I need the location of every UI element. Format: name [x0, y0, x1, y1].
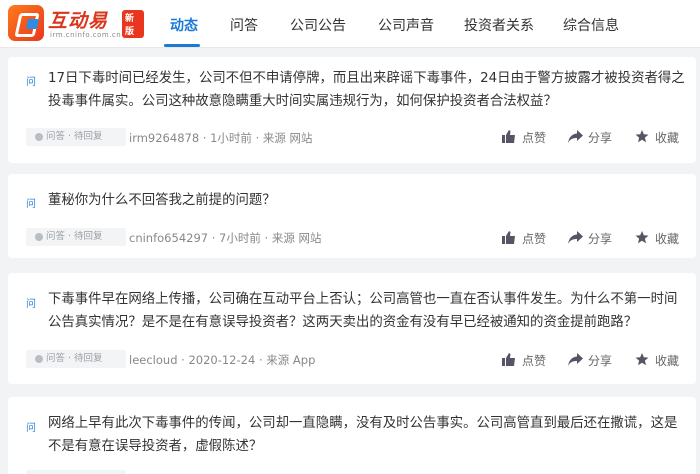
favorite-label: 收藏 — [655, 354, 680, 368]
status-tag — [26, 470, 126, 474]
question-card[interactable]: 问 下毒事件早在网络上传播，公司确在互动平台上否认；公司高管也一直在否认事件发生… — [8, 273, 696, 384]
thumbs-up-icon — [502, 353, 515, 366]
like-label: 点赞 — [522, 131, 547, 145]
tab-general-info[interactable]: 综合信息 — [563, 15, 619, 35]
clock-icon — [35, 233, 43, 241]
clock-icon — [35, 133, 43, 141]
star-icon — [635, 353, 649, 366]
share-icon — [568, 231, 583, 244]
top-navigation-bar: 互动易 irm.cninfo.com.cn 新版 动态 问答 公司公告 公司声音… — [0, 0, 700, 48]
question-meta: irm9264878 · 1小时前 · 来源 网站 — [129, 131, 313, 145]
tab-qa[interactable]: 问答 — [230, 15, 258, 35]
question-marker: 问 — [26, 299, 36, 310]
tab-company-voice[interactable]: 公司声音 — [378, 15, 434, 35]
question-text[interactable]: 下毒事件早在网络上传播，公司确在互动平台上否认；公司高管也一直在否认事件发生。为… — [48, 288, 688, 334]
status-tag: 问答 · 待回复 — [26, 228, 126, 246]
question-marker: 问 — [26, 199, 36, 210]
question-text[interactable]: 网络上早有此次下毒事件的传闻，公司却一直隐瞒，没有及时公告事实。公司高管直到最后… — [48, 412, 688, 458]
share-label: 分享 — [588, 354, 613, 368]
question-text[interactable]: 董秘你为什么不回答我之前提的问题？ — [48, 189, 688, 212]
question-card[interactable]: 问 网络上早有此次下毒事件的传闻，公司却一直隐瞒，没有及时公告事实。公司高管直到… — [8, 397, 696, 474]
favorite-label: 收藏 — [655, 232, 680, 246]
star-icon — [635, 231, 649, 244]
logo-subtitle: irm.cninfo.com.cn — [50, 31, 122, 39]
question-card[interactable]: 问 董秘你为什么不回答我之前提的问题？ 问答 · 待回复 cninfo65429… — [8, 174, 696, 258]
tab-investor-relations[interactable]: 投资者关系 — [464, 15, 534, 35]
active-tab-underline — [164, 44, 200, 47]
question-marker: 问 — [26, 77, 36, 88]
star-icon — [635, 130, 649, 143]
share-label: 分享 — [588, 232, 613, 246]
question-marker: 问 — [26, 423, 36, 434]
question-meta: cninfo654297 · 7小时前 · 来源 网站 — [129, 231, 322, 245]
logo-icon — [8, 5, 44, 41]
question-text[interactable]: 17日下毒时间已经发生，公司不但不申请停牌，而且出来辟谣下毒事件，24日由于警方… — [48, 67, 688, 113]
logo-title: 互动易 — [48, 10, 109, 32]
share-icon — [568, 353, 583, 366]
share-icon — [568, 130, 583, 143]
like-label: 点赞 — [522, 232, 547, 246]
thumbs-up-icon — [502, 130, 515, 143]
status-tag: 问答 · 待回复 — [26, 350, 126, 368]
tab-dynamics[interactable]: 动态 — [170, 15, 198, 35]
clock-icon — [35, 355, 43, 363]
question-meta: leecloud · 2020-12-24 · 来源 App — [129, 353, 316, 367]
question-card[interactable]: 问 17日下毒时间已经发生，公司不但不申请停牌，而且出来辟谣下毒事件，24日由于… — [8, 57, 696, 163]
thumbs-up-icon — [502, 231, 515, 244]
share-label: 分享 — [588, 131, 613, 145]
tab-company-announcements[interactable]: 公司公告 — [290, 15, 346, 35]
status-tag: 问答 · 待回复 — [26, 128, 126, 146]
favorite-label: 收藏 — [655, 131, 680, 145]
site-logo[interactable]: 互动易 irm.cninfo.com.cn 新版 — [8, 5, 144, 41]
like-label: 点赞 — [522, 354, 547, 368]
new-version-badge: 新版 — [122, 10, 144, 38]
